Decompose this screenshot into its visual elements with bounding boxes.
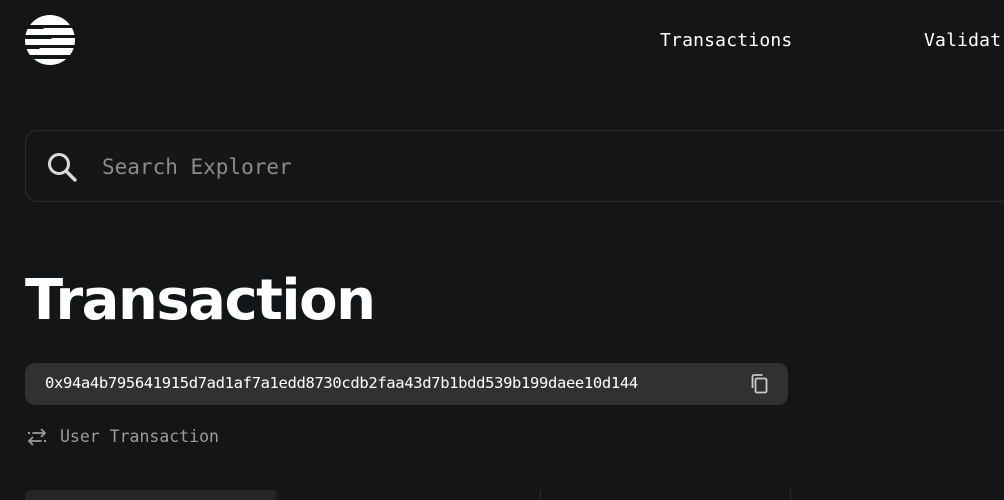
- page: Transactions Validat Transaction 0x94a4b…: [0, 0, 1004, 500]
- tab-1[interactable]: [25, 490, 275, 500]
- aptos-logo-icon[interactable]: [25, 15, 75, 65]
- transaction-hash-pill: 0x94a4b795641915d7ad1af7a1edd8730cdb2faa…: [25, 363, 788, 405]
- search-icon: [48, 153, 77, 182]
- tab-2[interactable]: [276, 490, 540, 500]
- copy-icon[interactable]: [749, 373, 771, 395]
- page-title: Transaction: [25, 268, 376, 333]
- tab-bar: [25, 490, 1004, 500]
- nav-transactions[interactable]: Transactions: [660, 30, 792, 51]
- swap-arrows-icon: [28, 428, 46, 446]
- transaction-hash: 0x94a4b795641915d7ad1af7a1edd8730cdb2faa…: [45, 374, 638, 392]
- tab-3[interactable]: [540, 490, 790, 500]
- search-input[interactable]: [100, 149, 904, 185]
- search-bar[interactable]: [25, 130, 1004, 202]
- tab-4[interactable]: [790, 490, 1004, 500]
- transaction-type-label: User Transaction: [60, 427, 219, 446]
- header: Transactions Validat: [0, 0, 1004, 80]
- nav-validators[interactable]: Validat: [924, 30, 1001, 51]
